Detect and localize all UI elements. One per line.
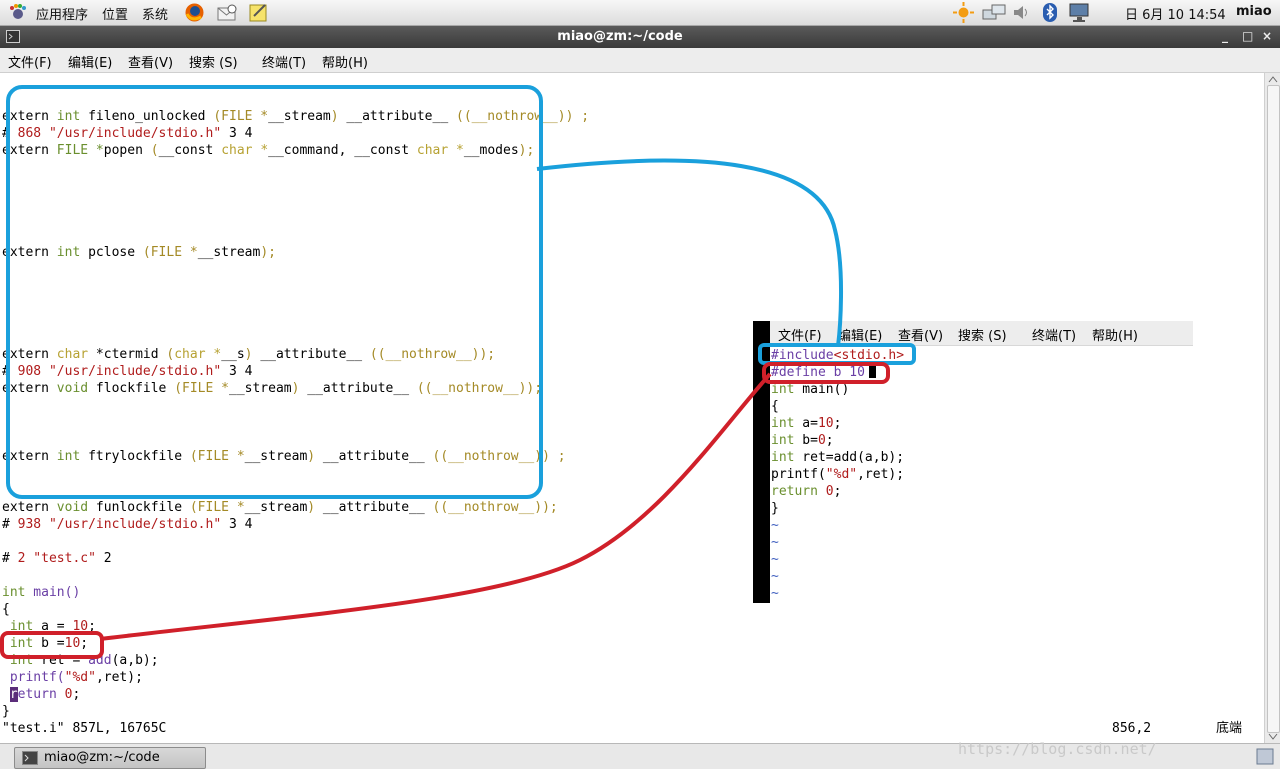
inset-cursor (868, 364, 876, 378)
taskbar-window-button[interactable]: miao@zm:~/code (14, 747, 206, 769)
window-title: miao@zm:~/code (557, 29, 683, 44)
inset-code-line: return 0; (771, 484, 842, 499)
maximize-button[interactable]: □ (1242, 29, 1253, 43)
text-cursor: r (9, 687, 18, 702)
code-line: { (2, 602, 10, 617)
code-line: extern int pclose (FILE *__stream); (2, 245, 276, 260)
inset-code-line: int main() (771, 382, 850, 397)
menu-terminal[interactable]: 终端(T) (262, 52, 306, 71)
scroll-up-icon[interactable] (1268, 75, 1278, 83)
menu-system[interactable]: 系统 (142, 4, 168, 23)
cursor-position: 856,2 (1112, 721, 1152, 736)
top-panel: 应用程序 位置 系统 日 6月 10 14:54 miao (0, 0, 1280, 26)
inset-tilde: ~ (771, 552, 779, 567)
watermark: https://blog.csdn.net/ (958, 740, 1157, 758)
code-line: extern int fileno_unlocked (FILE *__stre… (2, 109, 590, 124)
code-line: # 938 "/usr/include/stdio.h" 3 4 (2, 517, 253, 532)
inset-menubar: 文件(F) 编辑(E) 查看(V) 搜索 (S) 终端(T) 帮助(H) (770, 321, 1193, 346)
foot-icon[interactable] (8, 3, 28, 21)
inset-menu-view: 查看(V) (898, 329, 944, 344)
code-line: # 2 "test.c" 2 (2, 551, 112, 566)
inset-tilde: ~ (771, 586, 779, 601)
inset-code-line: #include<stdio.h> (771, 348, 905, 363)
bluetooth-icon[interactable] (1042, 2, 1058, 23)
workspace-icon[interactable] (1256, 748, 1274, 765)
code-line: int main() (2, 585, 81, 600)
inset-screenshot: 文件(F) 编辑(E) 查看(V) 搜索 (S) 终端(T) 帮助(H) #in… (753, 321, 1193, 603)
volume-icon[interactable] (1012, 4, 1030, 21)
menu-applications[interactable]: 应用程序 (36, 4, 88, 23)
inset-code-line: #define b 10 (771, 364, 876, 381)
code-line: # 908 "/usr/include/stdio.h" 3 4 (2, 364, 253, 379)
menu-places[interactable]: 位置 (102, 4, 128, 23)
scroll-position: 底端 (1216, 721, 1243, 736)
menu-search[interactable]: 搜索 (S) (189, 52, 238, 71)
inset-tilde: ~ (771, 569, 779, 584)
inset-menu-help: 帮助(H) (1092, 329, 1138, 344)
menu-help[interactable]: 帮助(H) (322, 52, 368, 71)
menu-file[interactable]: 文件(F) (8, 52, 52, 71)
clock[interactable]: 日 6月 10 14:54 (1125, 4, 1226, 23)
code-line: int a = 10; (9, 619, 96, 634)
code-line: extern void funlockfile (FILE *__stream)… (2, 500, 558, 515)
inset-code-line: int a=10; (771, 416, 842, 431)
inset-menu-edit: 编辑(E) (838, 329, 883, 344)
code-line: extern FILE *popen (__const char *__comm… (2, 143, 535, 158)
code-line: extern void flockfile (FILE *__stream) _… (2, 381, 543, 396)
close-button[interactable]: × (1262, 29, 1272, 43)
code-line: return 0; (9, 687, 81, 702)
code-line: extern int ftrylockfile (FILE *__stream)… (2, 449, 566, 464)
inset-tilde: ~ (771, 518, 779, 533)
network-icon[interactable] (982, 3, 1006, 22)
code-line: # 868 "/usr/include/stdio.h" 3 4 (2, 126, 253, 141)
menubar: 文件(F) 编辑(E) 查看(V) 搜索 (S) 终端(T) 帮助(H) (0, 48, 1280, 73)
menu-view[interactable]: 查看(V) (128, 52, 173, 71)
inset-code-line: } (771, 501, 779, 516)
minimize-button[interactable]: _ (1222, 29, 1228, 43)
status-line: "test.i" 857L, 16765C (2, 721, 167, 736)
code-line: printf("%d",ret); (2, 670, 143, 685)
inset-code-line: printf("%d",ret); (771, 467, 905, 482)
scroll-thumb[interactable] (1267, 85, 1280, 733)
inset-menu-search: 搜索 (S) (958, 329, 1007, 344)
weather-icon[interactable] (953, 2, 974, 23)
inset-menu-terminal: 终端(T) (1032, 329, 1077, 344)
scrollbar[interactable] (1264, 73, 1280, 743)
firefox-icon[interactable] (184, 2, 205, 23)
user-name[interactable]: miao (1236, 4, 1272, 19)
code-line: int b =10; (9, 636, 89, 651)
inset-code-line: int b=0; (771, 433, 834, 448)
window-titlebar[interactable]: miao@zm:~/code _ □ × (0, 26, 1280, 48)
inset-code-line: { (771, 399, 779, 414)
code-line: } (2, 704, 10, 719)
notes-icon[interactable] (248, 2, 270, 23)
mail-icon[interactable] (216, 2, 238, 23)
inset-left-bar (753, 321, 770, 603)
display-icon[interactable] (1068, 2, 1092, 23)
code-line: extern char *ctermid (char *__s) __attri… (2, 347, 496, 362)
menu-edit[interactable]: 编辑(E) (68, 52, 112, 71)
scroll-down-icon[interactable] (1268, 733, 1278, 741)
inset-code-line: int ret=add(a,b); (771, 450, 905, 465)
code-line: int ret = add(a,b); (9, 653, 159, 668)
inset-tilde: ~ (771, 535, 779, 550)
inset-menu-file: 文件(F) (778, 329, 822, 344)
taskbar-window-label: miao@zm:~/code (44, 750, 160, 765)
terminal-icon (22, 751, 38, 765)
